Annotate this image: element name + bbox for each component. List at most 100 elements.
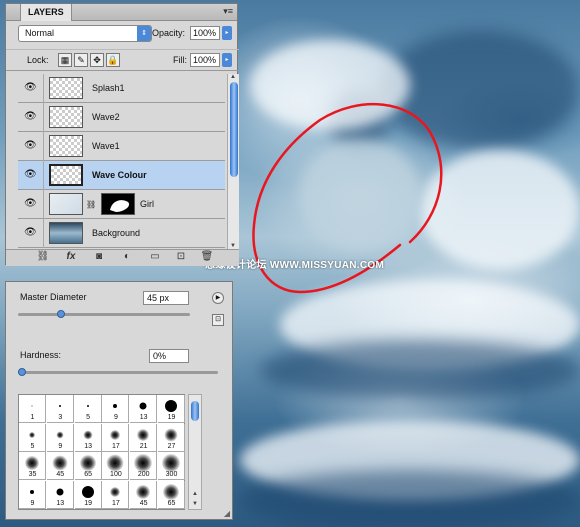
brush-preset[interactable]: 9 xyxy=(46,423,74,452)
tab-layers[interactable]: LAYERS xyxy=(20,4,72,21)
brush-tip-icon xyxy=(165,400,177,412)
brush-preset[interactable]: 9 xyxy=(102,395,130,423)
master-diameter-knob[interactable] xyxy=(57,310,65,318)
layers-list: 👁 Splash1 👁 Wave2 👁 Wave1 👁 Wave Colour 👁 ⛓ Girl 👁 B… xyxy=(18,74,225,249)
layer-row[interactable]: 👁 Background xyxy=(18,219,225,248)
brush-preset[interactable]: 27 xyxy=(158,423,185,452)
scroll-up-icon[interactable]: ▲ xyxy=(230,74,236,80)
lock-pixels-icon[interactable]: ✎ xyxy=(74,53,88,67)
brush-preset[interactable]: 1 xyxy=(19,395,46,423)
brush-tip-icon xyxy=(25,456,39,471)
brush-tip-icon xyxy=(137,428,150,441)
presets-scrollbar-thumb[interactable] xyxy=(191,401,199,421)
brush-size-label: 9 xyxy=(30,499,35,507)
brush-preset[interactable]: 21 xyxy=(130,423,158,452)
brush-preset[interactable]: 45 xyxy=(130,480,158,509)
visibility-toggle[interactable]: 👁 xyxy=(18,74,44,103)
visibility-toggle[interactable]: 👁 xyxy=(18,219,44,248)
brush-preset[interactable]: 5 xyxy=(74,395,102,423)
hardness-knob[interactable] xyxy=(18,368,26,376)
hardness-slider[interactable] xyxy=(18,371,218,374)
opacity-arrow-icon[interactable]: ▸ xyxy=(222,26,232,40)
brush-preset[interactable]: 13 xyxy=(74,423,102,452)
hardness-field[interactable]: 0% xyxy=(149,349,189,363)
brush-preset[interactable]: 3 xyxy=(46,395,74,423)
layers-bottom-toolbar: ⛓ fx ◙ ◐ ▭ ⊡ 🗑 xyxy=(6,249,239,266)
layer-row[interactable]: 👁 Wave Colour xyxy=(18,161,225,190)
brush-preset[interactable]: 13 xyxy=(130,395,158,423)
layers-panel: LAYERS ▾≡ Normal ⇕ Opacity: 100% ▸ Lock:… xyxy=(5,3,239,266)
layer-thumbnail[interactable] xyxy=(49,222,83,244)
visibility-toggle[interactable]: 👁 xyxy=(18,103,44,132)
scroll-up-icon[interactable]: ▲ xyxy=(192,491,198,497)
brush-tip-icon xyxy=(162,454,180,473)
scroll-down-icon[interactable]: ▼ xyxy=(192,501,198,507)
brush-tip-icon xyxy=(83,430,93,440)
brush-preset[interactable]: 35 xyxy=(19,452,46,481)
brush-preset[interactable]: 45 xyxy=(46,452,74,481)
visibility-toggle[interactable]: 👁 xyxy=(18,190,44,219)
mask-link-icon[interactable]: ⛓ xyxy=(86,200,96,209)
brush-tip-icon xyxy=(79,455,96,472)
layer-thumbnail[interactable] xyxy=(49,193,83,215)
mask-icon[interactable]: ◙ xyxy=(92,251,106,262)
brush-preset[interactable]: 17 xyxy=(102,423,130,452)
visibility-toggle[interactable]: 👁 xyxy=(18,132,44,161)
lock-position-icon[interactable]: ✥ xyxy=(90,53,104,67)
eye-icon: 👁 xyxy=(24,198,37,209)
brush-preset[interactable]: 9 xyxy=(19,480,46,509)
resize-grip-icon[interactable]: ◢ xyxy=(224,509,230,518)
brush-size-label: 65 xyxy=(84,471,92,479)
blend-mode-select[interactable]: Normal ⇕ xyxy=(18,25,152,42)
scrollbar-thumb[interactable] xyxy=(230,82,238,177)
brush-tip-icon xyxy=(58,405,61,407)
brush-preset[interactable]: 65 xyxy=(74,452,102,481)
brush-preset[interactable]: 300 xyxy=(158,452,185,481)
layer-mask-thumbnail[interactable] xyxy=(101,193,135,215)
layers-scrollbar[interactable]: ▲ ▼ xyxy=(227,74,239,249)
panel-menu-arrow-icon[interactable]: ▶ xyxy=(212,292,224,304)
master-diameter-slider[interactable] xyxy=(18,313,190,316)
brush-preset[interactable]: 100 xyxy=(102,452,130,481)
brush-tip-icon xyxy=(81,485,94,498)
master-diameter-label: Master Diameter xyxy=(20,292,87,302)
presets-scrollbar[interactable]: ▲ ▼ xyxy=(188,394,202,510)
new-preset-icon[interactable]: ⊡ xyxy=(212,314,224,326)
adjustment-icon[interactable]: ◐ xyxy=(120,251,134,262)
layer-row[interactable]: 👁 Wave1 xyxy=(18,132,225,161)
layer-thumbnail[interactable] xyxy=(49,106,83,128)
fill-field[interactable]: 100% xyxy=(190,53,220,67)
fx-icon[interactable]: fx xyxy=(64,251,78,262)
brush-preset[interactable]: 17 xyxy=(102,480,130,509)
group-icon[interactable]: ▭ xyxy=(148,251,162,262)
master-diameter-field[interactable]: 45 px xyxy=(143,291,189,305)
brush-size-label: 9 xyxy=(58,442,63,450)
brush-preset[interactable]: 13 xyxy=(46,480,74,509)
layer-row[interactable]: 👁 Wave2 xyxy=(18,103,225,132)
brush-preset[interactable]: 65 xyxy=(158,480,185,509)
brush-size-label: 13 xyxy=(139,414,148,421)
fill-arrow-icon[interactable]: ▸ xyxy=(222,53,232,67)
brush-tip-icon xyxy=(106,454,124,472)
layer-thumbnail[interactable] xyxy=(49,77,83,99)
layers-tabbar: LAYERS ▾≡ xyxy=(6,4,237,21)
brush-tip-icon xyxy=(31,405,33,407)
brush-preset[interactable]: 200 xyxy=(130,452,158,481)
panel-menu-icon[interactable]: ▾≡ xyxy=(223,6,233,17)
layer-row[interactable]: 👁 Splash1 xyxy=(18,74,225,103)
opacity-field[interactable]: 100% xyxy=(190,26,220,40)
new-layer-icon[interactable]: ⊡ xyxy=(174,251,188,262)
layer-thumbnail[interactable] xyxy=(49,164,83,186)
brush-size-label: 45 xyxy=(56,471,65,479)
link-icon[interactable]: ⛓ xyxy=(36,251,50,262)
brush-preset[interactable]: 5 xyxy=(19,423,46,452)
brush-preset[interactable]: 19 xyxy=(74,480,102,509)
trash-icon[interactable]: 🗑 xyxy=(200,251,214,262)
chevron-updown-icon: ⇕ xyxy=(137,26,151,41)
lock-all-icon[interactable]: 🔒 xyxy=(106,53,120,67)
lock-transparent-icon[interactable]: ▦ xyxy=(58,53,72,67)
brush-preset[interactable]: 19 xyxy=(158,395,185,423)
layer-row[interactable]: 👁 ⛓ Girl xyxy=(18,190,225,219)
layer-thumbnail[interactable] xyxy=(49,135,83,157)
visibility-toggle[interactable]: 👁 xyxy=(18,161,44,190)
